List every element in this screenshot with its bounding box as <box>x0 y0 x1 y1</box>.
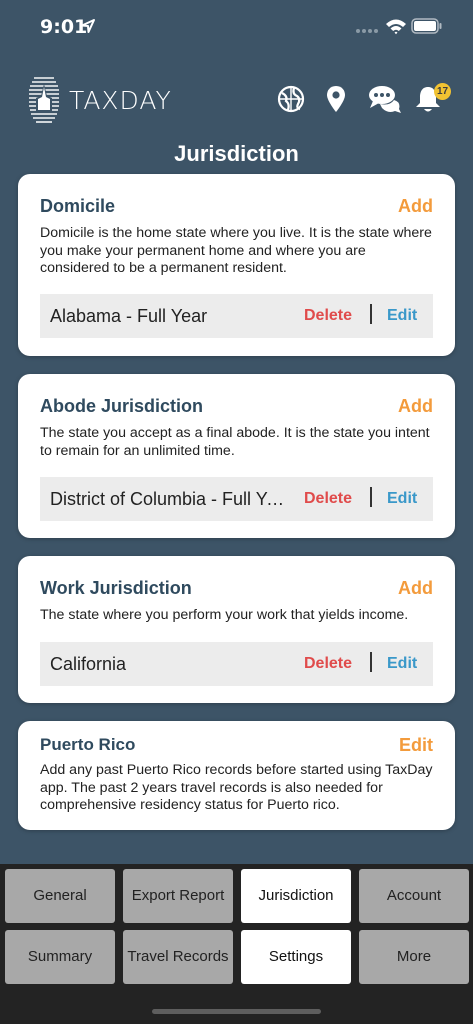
work-card: Work Jurisdiction Add The state where yo… <box>18 556 455 703</box>
tab-account[interactable]: Account <box>359 869 469 923</box>
jurisdiction-row: Alabama - Full Year Delete Edit <box>40 294 433 338</box>
tab-travel-records[interactable]: Travel Records <box>123 930 233 984</box>
add-work-button[interactable]: Add <box>398 578 433 599</box>
edit-button[interactable]: Edit <box>387 490 417 508</box>
card-description: The state where you perform your work th… <box>40 607 409 623</box>
globe-icon[interactable] <box>276 84 306 114</box>
tab-more[interactable]: More <box>359 930 469 984</box>
add-abode-button[interactable]: Add <box>398 396 433 417</box>
divider <box>370 304 372 324</box>
edit-puerto-rico-button[interactable]: Edit <box>399 735 433 756</box>
tab-settings[interactable]: Settings <box>241 930 351 984</box>
taxday-logo-icon <box>29 77 59 123</box>
battery-icon <box>411 18 442 34</box>
jurisdiction-row: California Delete Edit <box>40 642 433 686</box>
page-title: Jurisdiction <box>174 141 299 166</box>
puerto-rico-card: Puerto Rico Edit Add any past Puerto Ric… <box>18 721 455 830</box>
divider <box>370 652 372 672</box>
abode-card: Abode Jurisdiction Add The state you acc… <box>18 374 455 538</box>
row-value: District of Columbia - Full Year <box>50 489 290 509</box>
card-title: Puerto Rico <box>40 735 136 754</box>
delete-button[interactable]: Delete <box>304 307 352 325</box>
domicile-card: Domicile Add Domicile is the home state … <box>18 174 455 356</box>
notification-badge: 17 <box>434 83 451 100</box>
app-header: TAXDAY 17 <box>0 70 473 130</box>
edit-button[interactable]: Edit <box>387 655 417 673</box>
tab-general[interactable]: General <box>5 869 115 923</box>
delete-button[interactable]: Delete <box>304 655 352 673</box>
add-domicile-button[interactable]: Add <box>398 196 433 217</box>
brand-name: TAXDAY <box>69 86 172 115</box>
divider <box>370 487 372 507</box>
tab-summary[interactable]: Summary <box>5 930 115 984</box>
row-value: California <box>50 654 127 674</box>
delete-button[interactable]: Delete <box>304 490 352 508</box>
wifi-icon <box>386 19 406 35</box>
chat-bubbles-icon[interactable] <box>368 84 402 114</box>
jurisdiction-row: District of Columbia - Full Year Delete … <box>40 477 433 521</box>
edit-button[interactable]: Edit <box>387 307 417 325</box>
card-description: The state you accept as a final abode. I… <box>40 425 430 459</box>
row-value: Alabama - Full Year <box>50 306 208 326</box>
bottom-tab-bar: General Export Report Jurisdiction Accou… <box>0 864 473 1024</box>
home-indicator <box>152 1009 321 1014</box>
cellular-signal-icon <box>356 29 378 33</box>
card-description: Add any past Puerto Rico records before … <box>40 762 433 813</box>
location-arrow-icon <box>81 19 95 33</box>
card-title: Abode Jurisdiction <box>40 396 204 416</box>
status-bar: 9:01 <box>0 0 473 54</box>
tab-jurisdiction[interactable]: Jurisdiction <box>241 869 351 923</box>
card-description: Domicile is the home state where you liv… <box>40 225 432 276</box>
card-title: Domicile <box>40 196 116 216</box>
card-title: Work Jurisdiction <box>40 578 192 598</box>
tab-export-report[interactable]: Export Report <box>123 869 233 923</box>
location-pin-icon[interactable] <box>324 84 348 114</box>
